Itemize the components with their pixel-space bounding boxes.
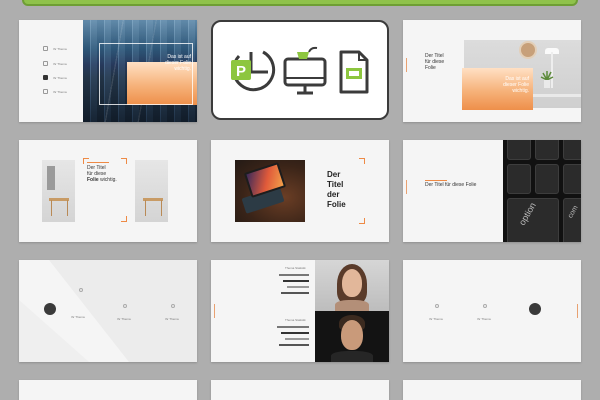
keynote-icon <box>283 46 327 95</box>
slide-thumbnail-5[interactable]: Der Titel der Folie <box>211 140 389 242</box>
highlight-icon <box>44 303 56 315</box>
highlight-icon <box>529 303 541 315</box>
slide-thumbnail-7[interactable]: Ihr Thema Ihr Thema Ihr Thema <box>19 260 197 362</box>
slide-thumbnail-11[interactable] <box>211 380 389 400</box>
app-icons-group: P <box>231 46 369 95</box>
slide-thumbnail-1[interactable]: Ihr Thema Ihr Thema Ihr Thema Ihr Thema … <box>19 20 197 122</box>
person-icon <box>43 89 48 94</box>
powerpoint-icon: P <box>231 50 276 92</box>
slide-thumbnail-8[interactable]: Thema Statistik Thema Statistik <box>211 260 389 362</box>
slide-thumbnail-3[interactable]: Der Titel für diese Folie Das ist auf di… <box>403 20 581 122</box>
portrait-woman <box>315 260 389 312</box>
svg-text:P: P <box>236 63 246 80</box>
keyboard-closeup-photo: option com <box>503 140 581 242</box>
document-icon <box>43 61 48 66</box>
accent-line <box>214 304 215 318</box>
slide-title: Der Titel für diese Folie <box>425 182 477 188</box>
chair-photo-right <box>135 160 168 222</box>
slide-thumbnail-12[interactable] <box>403 380 581 400</box>
slide-headline: Das ist auf dieser Folie wichtig. <box>165 54 191 72</box>
user-icon <box>43 46 48 51</box>
software-compatibility-card: P <box>211 20 389 120</box>
bracket-corner <box>121 158 127 164</box>
slide-thumbnail-10[interactable] <box>19 380 197 400</box>
menu-item-1: Ihr Thema <box>43 46 67 51</box>
bracket-corner <box>359 158 365 164</box>
slide-thumbnail-6[interactable]: Der Titel für diese Folie option com <box>403 140 581 242</box>
grid-icon <box>43 75 48 80</box>
bracket-corner <box>359 218 365 224</box>
menu-item-4: Ihr Thema <box>43 89 67 94</box>
slide-headline: Das ist auf dieser Folie wichtig. <box>503 76 529 94</box>
slide-title: Der Titel für diese Folie <box>425 53 445 71</box>
accent-line <box>406 180 407 194</box>
menu-item-3: Ihr Thema <box>43 75 67 80</box>
wall-clock-image <box>519 41 537 59</box>
google-slides-icon <box>339 50 369 94</box>
menu-item-2: Ihr Thema <box>43 61 67 66</box>
slide-title: Der Titel der Folie <box>327 170 346 209</box>
accent-line <box>406 58 407 72</box>
plant-image <box>540 71 554 88</box>
frame-outline <box>99 43 193 105</box>
slide-thumbnail-9[interactable]: Ihr Thema Ihr Thema <box>403 260 581 362</box>
top-banner-bar <box>22 0 578 6</box>
slide-thumbnail-4[interactable]: Der Titel für diese Folie wichtig. <box>19 140 197 242</box>
slide-title: Der Titel für diese Folie wichtig. <box>87 162 117 183</box>
chair-photo-left <box>42 160 75 222</box>
portrait-man <box>315 311 389 362</box>
accent-line <box>577 304 578 318</box>
bracket-corner <box>121 216 127 222</box>
